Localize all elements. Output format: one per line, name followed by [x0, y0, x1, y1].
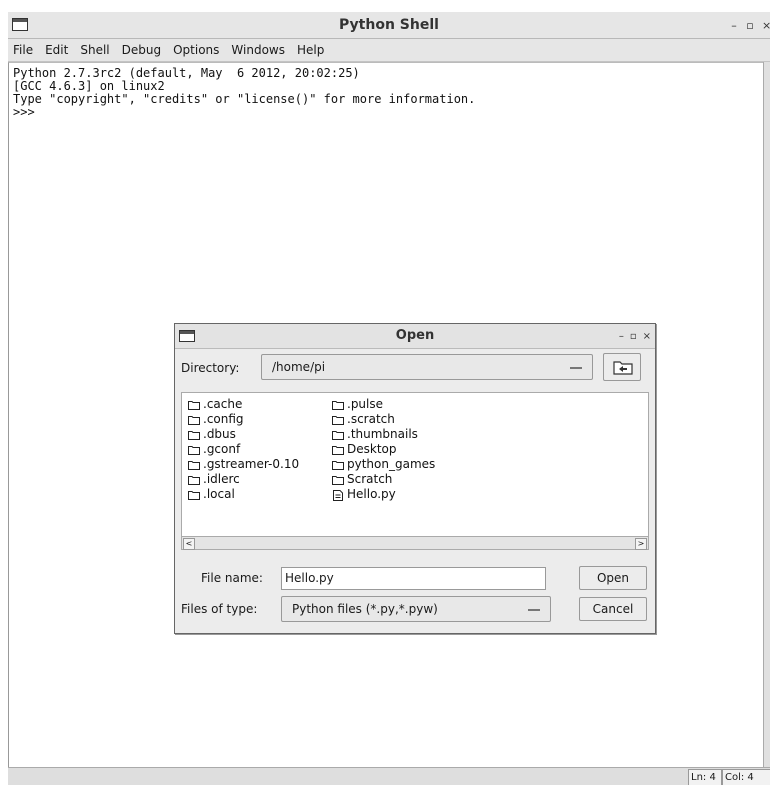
folder-icon [332, 431, 344, 440]
file-name: python_games [347, 457, 436, 471]
dialog-close-button[interactable]: × [643, 331, 651, 342]
file-list[interactable]: .cache .config .dbus .gconf .gstreamer-0… [181, 392, 649, 538]
open-button[interactable]: Open [579, 566, 647, 590]
file-name: .local [203, 487, 235, 501]
file-name: .dbus [203, 427, 236, 441]
shell-prompt: >>> [13, 105, 35, 119]
folder-icon [332, 446, 344, 455]
dialog-maximize-button[interactable]: ▫ [630, 331, 637, 342]
file-name: .scratch [347, 412, 395, 426]
menu-bar: File Edit Shell Debug Options Windows He… [8, 39, 770, 62]
title-bar[interactable]: Python Shell – ▫ × [8, 12, 770, 39]
directory-combo[interactable]: /home/pi [261, 354, 593, 380]
parent-folder-button[interactable] [603, 353, 641, 381]
file-name-label: File name: [201, 571, 263, 585]
maximize-button[interactable]: ▫ [746, 19, 754, 32]
folder-icon [188, 461, 200, 470]
folder-icon [188, 416, 200, 425]
file-name: Desktop [347, 442, 397, 456]
file-name: Scratch [347, 472, 393, 486]
file-name: Hello.py [347, 487, 396, 501]
dialog-minimize-button[interactable]: – [619, 331, 624, 342]
menu-file[interactable]: File [13, 43, 33, 57]
file-icon [333, 490, 343, 501]
file-name: .idlerc [203, 472, 240, 486]
menu-shell[interactable]: Shell [80, 43, 109, 57]
folder-up-icon [613, 361, 633, 375]
dialog-title: Open [395, 328, 435, 343]
menu-help[interactable]: Help [297, 43, 324, 57]
folder-icon [332, 476, 344, 485]
folder-icon [188, 431, 200, 440]
file-name: .cache [203, 397, 243, 411]
menu-debug[interactable]: Debug [122, 43, 161, 57]
vertical-scrollbar[interactable] [763, 62, 770, 767]
file-name: .config [203, 412, 244, 426]
menu-windows[interactable]: Windows [231, 43, 285, 57]
file-name-value: Hello.py [285, 571, 334, 585]
minimize-button[interactable]: – [730, 19, 738, 32]
file-name-input[interactable]: Hello.py [281, 567, 546, 590]
directory-value: /home/pi [272, 360, 326, 374]
combo-arrow-icon [570, 367, 582, 369]
folder-icon [332, 461, 344, 470]
file-name: .pulse [347, 397, 384, 411]
open-dialog: Open – ▫ × Directory: /home/pi .cache .c… [174, 323, 656, 634]
folder-icon [188, 491, 200, 500]
cancel-button[interactable]: Cancel [579, 597, 647, 621]
scroll-left-icon[interactable]: < [183, 538, 195, 550]
folder-icon [188, 476, 200, 485]
scroll-right-icon[interactable]: > [635, 538, 647, 550]
window-controls: – ▫ × [730, 12, 770, 38]
window-title: Python Shell [339, 17, 439, 33]
directory-label: Directory: [181, 361, 240, 375]
line-number: Ln: 4 [688, 769, 722, 785]
shell-line: [GCC 4.6.3] on linux2 [13, 79, 165, 93]
file-name: .gstreamer-0.10 [203, 457, 300, 471]
menu-options[interactable]: Options [173, 43, 219, 57]
file-name: .thumbnails [347, 427, 418, 441]
close-button[interactable]: × [762, 19, 770, 32]
shell-line: Type "copyright", "credits" or "license(… [13, 92, 476, 106]
dialog-title-bar[interactable]: Open – ▫ × [175, 324, 655, 349]
combo-arrow-icon [528, 609, 540, 611]
files-of-type-value: Python files (*.py,*.pyw) [292, 602, 438, 616]
dialog-controls: – ▫ × [619, 324, 651, 348]
folder-icon [332, 416, 344, 425]
file-name: .gconf [203, 442, 241, 456]
folder-icon [188, 446, 200, 455]
menu-edit[interactable]: Edit [45, 43, 68, 57]
shell-line: Python 2.7.3rc2 (default, May 6 2012, 20… [13, 66, 360, 80]
files-of-type-label: Files of type: [181, 602, 258, 616]
horizontal-scrollbar[interactable]: < > [181, 536, 649, 550]
shell-output: Python 2.7.3rc2 (default, May 6 2012, 20… [13, 67, 475, 119]
status-bar: Ln: 4 Col: 4 [8, 767, 770, 785]
folder-icon [188, 401, 200, 410]
folder-icon [332, 401, 344, 410]
files-of-type-combo[interactable]: Python files (*.py,*.pyw) [281, 596, 551, 622]
column-number: Col: 4 [722, 769, 770, 785]
